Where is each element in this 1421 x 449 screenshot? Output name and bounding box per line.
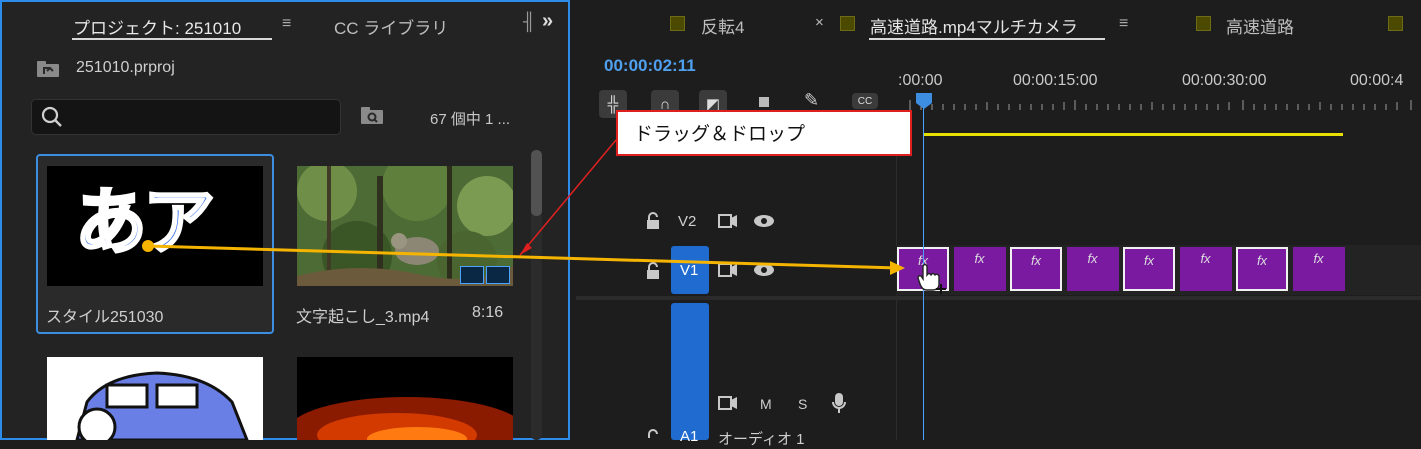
drag-arrow-head	[890, 261, 905, 275]
annotation-pointer-head	[520, 243, 532, 255]
annotation-pointer-line	[519, 139, 617, 256]
annotation-overlay	[142, 139, 905, 275]
drag-arrow-line	[147, 244, 899, 270]
drag-arrow-start	[142, 240, 154, 252]
annotation-text: ドラッグ＆ドロップ	[634, 124, 806, 145]
drag-hand-cursor-icon	[917, 263, 946, 294]
